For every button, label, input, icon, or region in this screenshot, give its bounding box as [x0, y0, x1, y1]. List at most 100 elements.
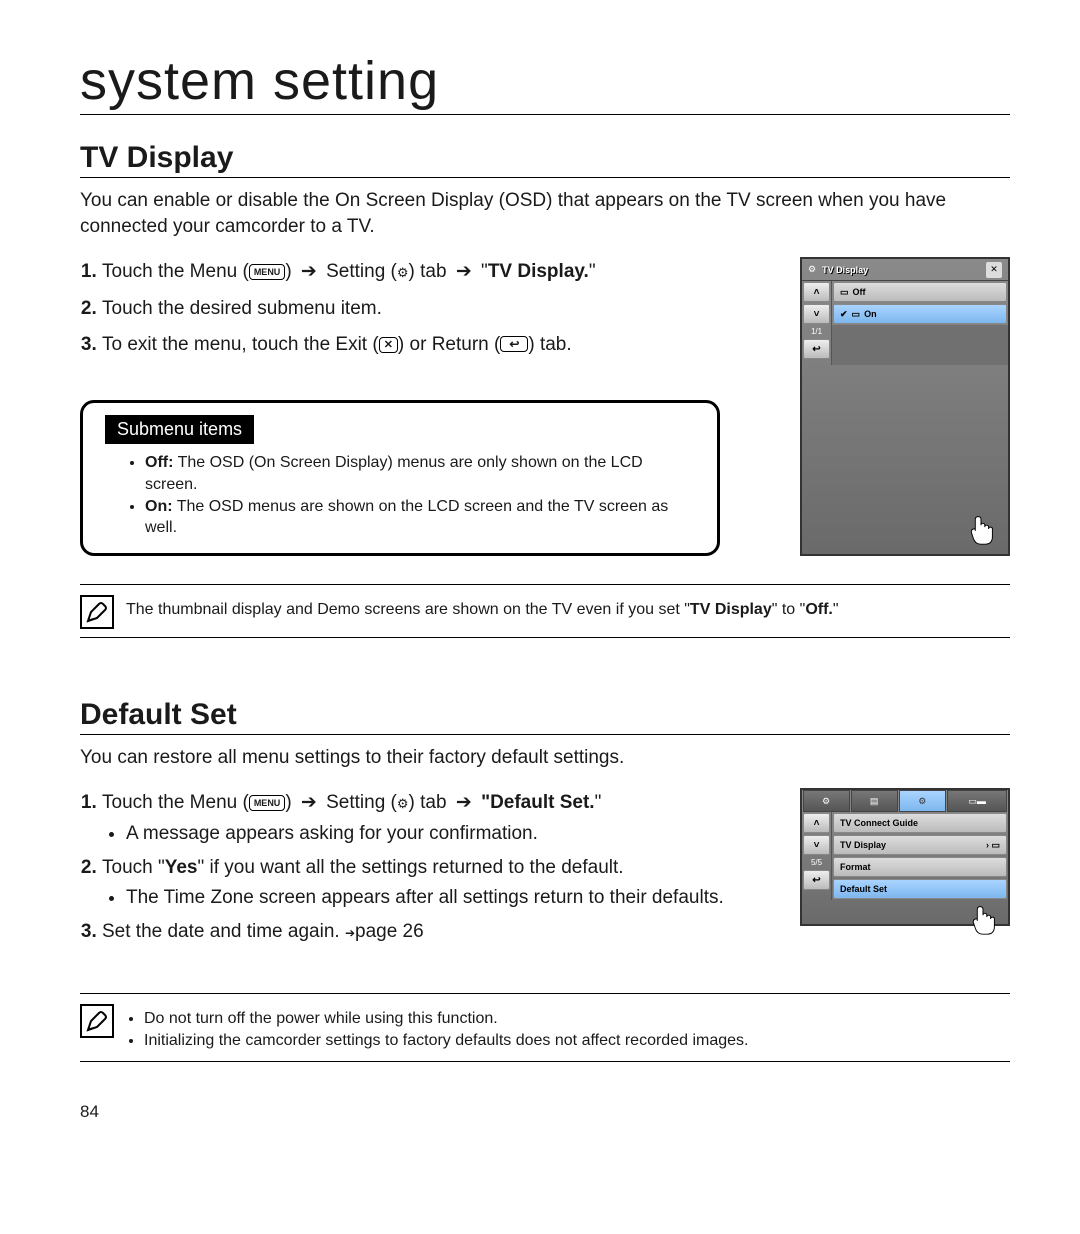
- txt: Off: [853, 287, 866, 297]
- submenu-items-box: Submenu items Off: The OSD (On Screen Di…: [80, 400, 720, 555]
- submenu-on: On: The OSD menus are shown on the LCD s…: [145, 496, 695, 539]
- txt: Default Set: [840, 884, 887, 894]
- txt: To exit the menu, touch the Exit (: [102, 334, 379, 355]
- note-icon: [80, 1004, 114, 1038]
- txt: Format: [840, 862, 871, 872]
- txt: " to ": [772, 601, 806, 618]
- txt: ): [285, 261, 297, 282]
- arrow-right-icon: [452, 257, 476, 287]
- note-icon: [80, 595, 114, 629]
- gear-icon: [397, 265, 409, 280]
- screenshot-default-set: ▤ ▭▬ 5/5 TV Connect Guide TV Display› ▭ …: [800, 788, 1010, 926]
- arrow-right-icon: [297, 257, 321, 287]
- txt: ) tab: [409, 261, 452, 282]
- gear-icon: [808, 264, 816, 275]
- tab-list[interactable]: ▤: [851, 790, 898, 812]
- tab-gear[interactable]: [803, 790, 850, 812]
- txt: Touch the Menu (: [102, 792, 249, 813]
- page-title: system setting: [80, 50, 1010, 115]
- scroll-down-button[interactable]: [803, 835, 830, 855]
- tv-step-3: To exit the menu, touch the Exit ( ) or R…: [102, 330, 776, 360]
- gear-icon: [918, 796, 926, 807]
- txt: TV Display: [840, 840, 886, 850]
- txt: TV Display: [690, 601, 772, 618]
- txt: ): [285, 792, 297, 813]
- txt: The thumbnail display and Demo screens a…: [126, 601, 690, 618]
- page-indicator: 1/1: [802, 325, 831, 338]
- tab-battery[interactable]: ▭▬: [947, 790, 1008, 812]
- gear-icon: [822, 796, 830, 807]
- txt: "Default Set.: [481, 792, 595, 813]
- default-set-intro: You can restore all menu settings to the…: [80, 745, 1010, 771]
- txt: Setting (: [321, 792, 397, 813]
- section-title-tv-display: TV Display: [80, 141, 1010, 178]
- exit-icon: [379, 337, 398, 353]
- return-button[interactable]: [803, 870, 830, 890]
- txt: Setting (: [321, 261, 397, 282]
- menu-format[interactable]: Format: [833, 857, 1007, 877]
- txt: Set the date and time again.: [102, 921, 345, 942]
- hand-cursor-icon: [964, 900, 1002, 938]
- ss-title: TV Display: [822, 265, 980, 275]
- arrow-right-icon: [297, 788, 321, 818]
- txt: ": [595, 792, 602, 813]
- option-on[interactable]: ✔▭On: [833, 304, 1007, 324]
- page-indicator: 5/5: [802, 856, 831, 869]
- txt: TV Display.: [488, 261, 589, 282]
- page-number: 84: [80, 1102, 1010, 1122]
- scroll-down-button[interactable]: [803, 304, 830, 324]
- tv-display-note: The thumbnail display and Demo screens a…: [80, 584, 1010, 638]
- ds-step-3: Set the date and time again. page 26: [102, 917, 776, 947]
- default-set-note: Do not turn off the power while using th…: [80, 993, 1010, 1062]
- txt: Off:: [145, 454, 173, 471]
- ds-step-2: Touch "Yes" if you want all the settings…: [102, 853, 776, 911]
- txt: The OSD (On Screen Display) menus are on…: [145, 454, 643, 493]
- txt: " if you want all the settings returned …: [198, 857, 624, 878]
- txt: Off.: [805, 601, 833, 618]
- menu-tv-display[interactable]: TV Display› ▭: [833, 835, 1007, 855]
- ds-step-2-bullet: The Time Zone screen appears after all s…: [126, 885, 776, 911]
- txt: Yes: [165, 857, 198, 878]
- menu-default-set[interactable]: Default Set: [833, 879, 1007, 899]
- txt: ) or Return (: [398, 334, 500, 355]
- txt: Touch the Menu (: [102, 261, 249, 282]
- menu-tv-connect-guide[interactable]: TV Connect Guide: [833, 813, 1007, 833]
- scroll-up-button[interactable]: [803, 282, 830, 302]
- gear-icon: [397, 796, 409, 811]
- hand-cursor-icon: [962, 510, 1000, 548]
- submenu-off: Off: The OSD (On Screen Display) menus a…: [145, 452, 695, 495]
- tv-display-steps: Touch the Menu (MENU) Setting ( ) tab "TV…: [80, 257, 776, 360]
- txt: ) tab.: [528, 334, 571, 355]
- txt: On:: [145, 498, 173, 515]
- ds-step-1-bullet: A message appears asking for your confir…: [126, 821, 776, 847]
- tv-step-1: Touch the Menu (MENU) Setting ( ) tab "TV…: [102, 257, 776, 287]
- ds-note-2: Initializing the camcorder settings to f…: [144, 1030, 748, 1052]
- txt: On: [864, 309, 877, 319]
- txt: TV Connect Guide: [840, 818, 918, 828]
- submenu-items-label: Submenu items: [105, 415, 254, 444]
- screenshot-tv-display: TV Display 1/1 ▭Off ✔▭On: [800, 257, 1010, 556]
- arrow-right-icon: [452, 788, 476, 818]
- tv-step-2: Touch the desired submenu item.: [102, 294, 776, 324]
- txt: Touch ": [102, 857, 165, 878]
- menu-icon: MENU: [249, 795, 286, 811]
- close-icon[interactable]: [986, 262, 1002, 278]
- ds-note-1: Do not turn off the power while using th…: [144, 1008, 748, 1030]
- txt: ": [589, 261, 596, 282]
- txt: ": [833, 601, 839, 618]
- txt: page 26: [355, 921, 424, 942]
- option-off[interactable]: ▭Off: [833, 282, 1007, 302]
- arrow-right-icon: [345, 926, 355, 940]
- return-button[interactable]: [803, 339, 830, 359]
- menu-icon: MENU: [249, 264, 286, 280]
- txt: ) tab: [409, 792, 452, 813]
- scroll-up-button[interactable]: [803, 813, 830, 833]
- tab-settings[interactable]: [899, 790, 946, 812]
- return-icon: [500, 336, 528, 352]
- section-title-default-set: Default Set: [80, 698, 1010, 735]
- ds-step-1: Touch the Menu (MENU) Setting ( ) tab "De…: [102, 788, 776, 846]
- txt: The OSD menus are shown on the LCD scree…: [145, 498, 668, 537]
- txt: ": [476, 261, 488, 282]
- tv-display-intro: You can enable or disable the On Screen …: [80, 188, 1010, 239]
- default-set-steps: Touch the Menu (MENU) Setting ( ) tab "De…: [80, 788, 776, 946]
